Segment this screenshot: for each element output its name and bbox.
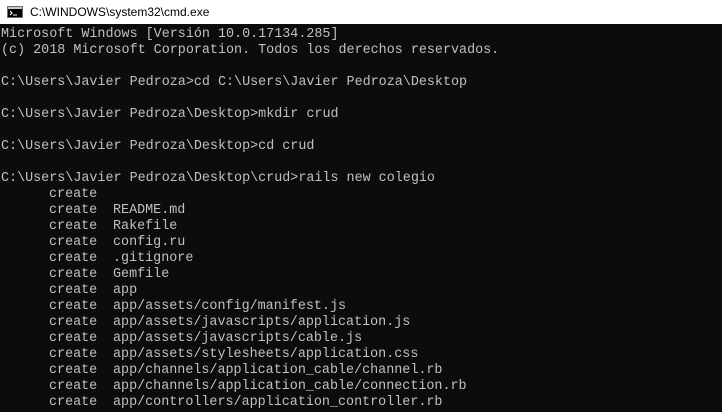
output-path: app/assets/stylesheets/application.css	[113, 347, 419, 362]
prompt: C:\Users\Javier Pedroza>	[1, 75, 194, 90]
output-path: .gitignore	[113, 251, 194, 266]
command-line: C:\Users\Javier Pedroza\Desktop>mkdir cr…	[1, 107, 722, 123]
output-verb: create	[49, 251, 98, 266]
output-verb: create	[49, 235, 98, 250]
output-path: app/assets/config/manifest.js	[113, 299, 347, 314]
console-line-version: Microsoft Windows [Versión 10.0.17134.28…	[1, 27, 339, 42]
output-line: create app/assets/javascripts/application…	[1, 315, 722, 331]
output-line: create config.ru	[1, 235, 722, 251]
prompt: C:\Users\Javier Pedroza\Desktop\crud>	[1, 171, 299, 186]
prompt: C:\Users\Javier Pedroza\Desktop>	[1, 139, 259, 154]
output-verb: create	[49, 267, 98, 282]
output-verb: create	[49, 395, 98, 410]
output-line: create app/assets/config/manifest.js	[1, 299, 722, 315]
command-line: C:\Users\Javier Pedroza\Desktop>cd crud	[1, 139, 722, 155]
output-line: create app/assets/stylesheets/application…	[1, 347, 722, 363]
output-path: app	[113, 283, 138, 298]
output-path: Gemfile	[113, 267, 170, 282]
output-verb: create	[49, 187, 98, 202]
title-bar[interactable]: C:\WINDOWS\system32\cmd.exe	[0, 0, 722, 24]
output-path: config.ru	[113, 235, 186, 250]
output-path: app/assets/javascripts/application.js	[113, 315, 411, 330]
output-verb: create	[49, 379, 98, 394]
console-line-copyright: (c) 2018 Microsoft Corporation. Todos lo…	[1, 43, 500, 58]
command-line: C:\Users\Javier Pedroza\Desktop\crud>rai…	[1, 171, 722, 187]
output-path: app/assets/javascripts/cable.js	[113, 331, 363, 346]
output-path: Rakefile	[113, 219, 178, 234]
output-path: app/controllers/application_controller.r…	[113, 395, 443, 410]
output-verb: create	[49, 331, 98, 346]
output-verb: create	[49, 283, 98, 298]
command-text: mkdir crud	[258, 107, 339, 122]
prompt: C:\Users\Javier Pedroza\Desktop>	[1, 107, 259, 122]
output-line: create app	[1, 283, 722, 299]
output-verb: create	[49, 299, 98, 314]
cmd-icon	[7, 6, 23, 18]
output-path: app/channels/application_cable/connectio…	[113, 379, 467, 394]
output-verb: create	[49, 203, 98, 218]
output-path: README.md	[113, 203, 186, 218]
command-text: rails new colegio	[298, 171, 435, 186]
output-verb: create	[49, 363, 98, 378]
output-line: create app/assets/javascripts/cable.js	[1, 331, 722, 347]
output-line: create app/channels/application_cable/cha…	[1, 363, 722, 379]
output-line: create README.md	[1, 203, 722, 219]
window-title: C:\WINDOWS\system32\cmd.exe	[30, 5, 210, 19]
output-line: create app/controllers/application_contro…	[1, 395, 722, 411]
output-verb: create	[49, 315, 98, 330]
output-verb: create	[49, 219, 98, 234]
output-line: create	[1, 187, 722, 203]
output-path: app/channels/application_cable/channel.r…	[113, 363, 443, 378]
console-output[interactable]: Microsoft Windows [Versión 10.0.17134.28…	[0, 24, 722, 412]
output-verb: create	[49, 347, 98, 362]
command-text: cd C:\Users\Javier Pedroza\Desktop	[193, 75, 468, 90]
command-line: C:\Users\Javier Pedroza>cd C:\Users\Javi…	[1, 75, 722, 91]
output-line: create Rakefile	[1, 219, 722, 235]
output-line: create Gemfile	[1, 267, 722, 283]
output-line: create .gitignore	[1, 251, 722, 267]
output-line: create app/channels/application_cable/con…	[1, 379, 722, 395]
command-text: cd crud	[258, 139, 315, 154]
